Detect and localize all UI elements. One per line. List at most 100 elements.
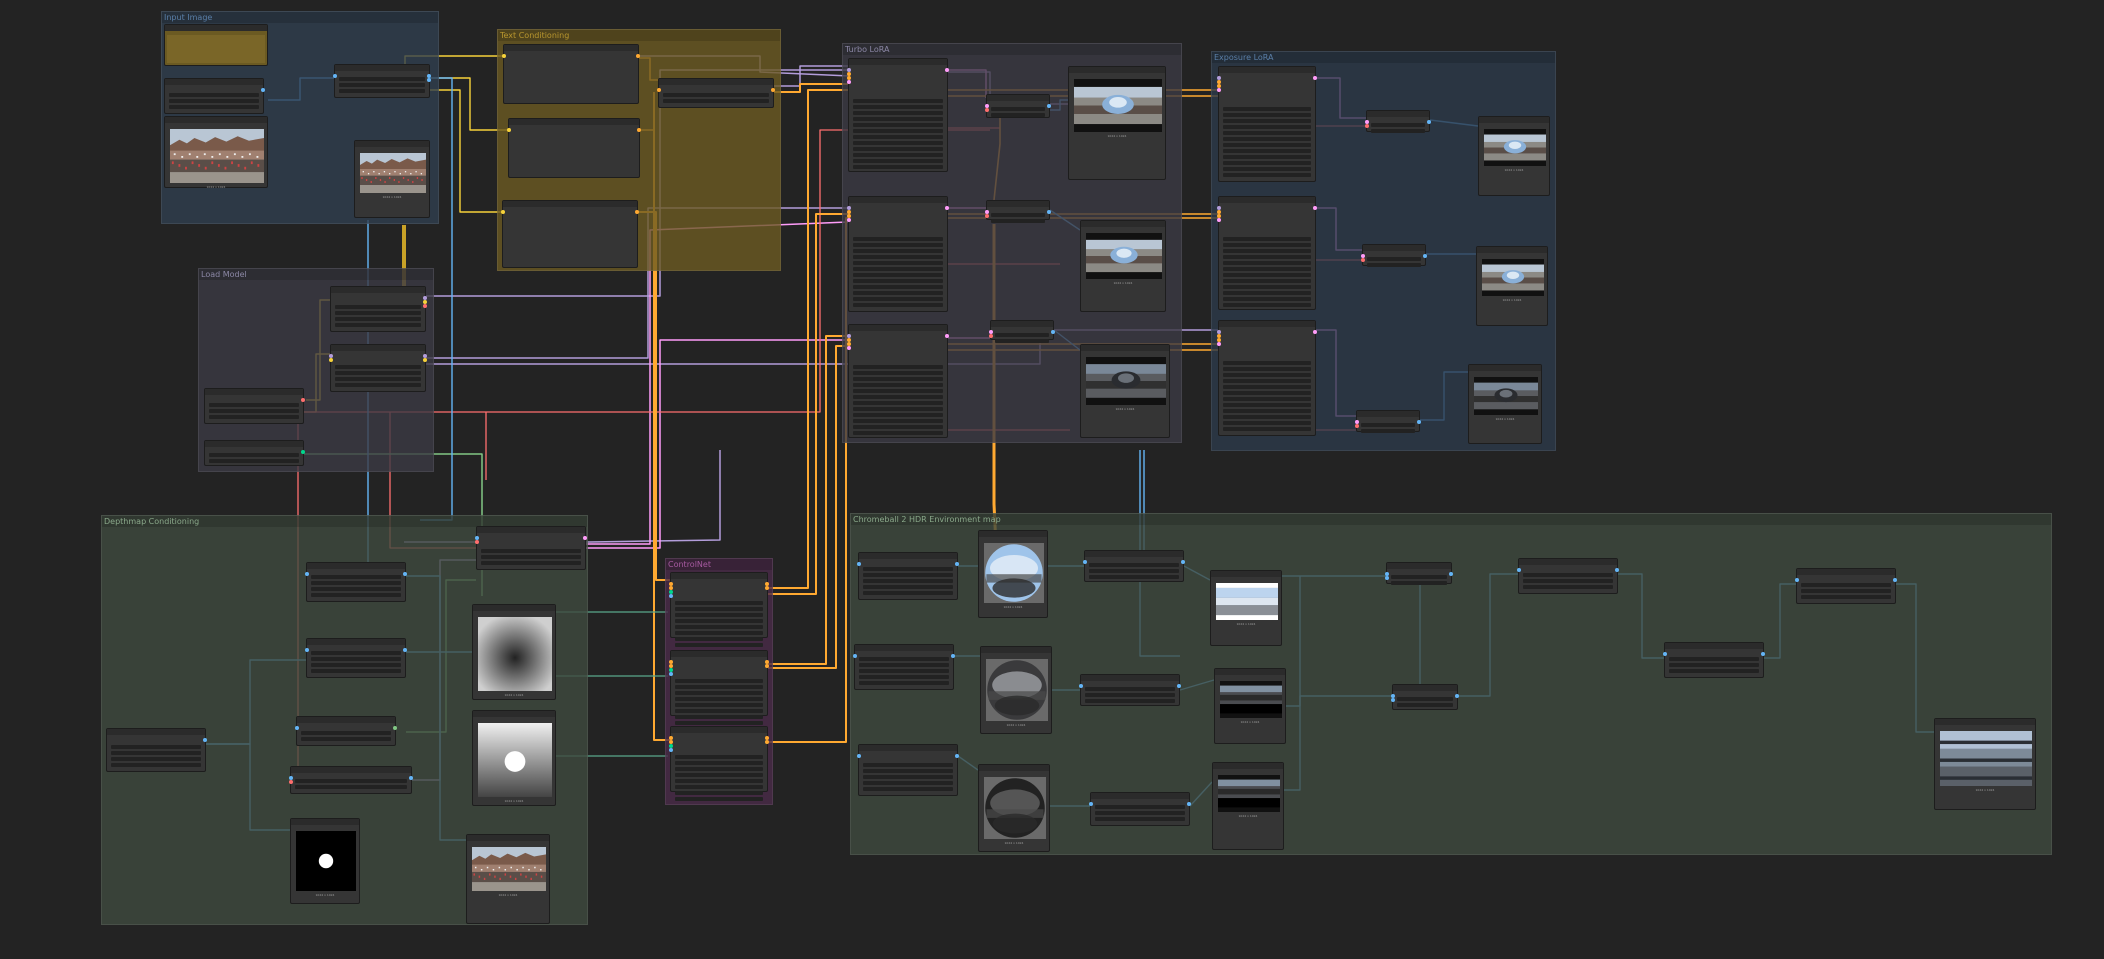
node-widget[interactable] <box>1223 243 1311 247</box>
node-widget[interactable] <box>301 731 391 735</box>
node-widget[interactable] <box>1223 167 1311 171</box>
link-wire[interactable] <box>768 217 850 743</box>
vae-loader-node[interactable] <box>204 388 305 424</box>
node-widget[interactable] <box>1223 113 1311 117</box>
node-widget[interactable] <box>853 303 943 307</box>
input-port[interactable] <box>501 210 505 214</box>
output-port[interactable] <box>765 586 769 590</box>
crop-chromeball-node-3[interactable] <box>857 744 959 796</box>
node-widget[interactable] <box>853 111 943 115</box>
node-title-bar[interactable] <box>1935 719 2035 725</box>
node-widget[interactable] <box>335 365 421 369</box>
node-widget[interactable] <box>991 113 1045 117</box>
output-port[interactable] <box>1615 568 1619 572</box>
input-port[interactable] <box>853 654 857 658</box>
output-port[interactable] <box>951 654 955 658</box>
node-title-bar[interactable] <box>1367 111 1429 117</box>
node-title-bar[interactable] <box>981 647 1051 653</box>
node-widget[interactable] <box>1523 573 1613 577</box>
node-widget[interactable] <box>853 383 943 387</box>
node-widget[interactable] <box>339 89 425 93</box>
node-widget[interactable] <box>1223 373 1311 377</box>
node-widget[interactable] <box>301 737 391 741</box>
node-widget[interactable] <box>295 785 407 789</box>
node-widget[interactable] <box>311 657 401 661</box>
node-widget[interactable] <box>1523 585 1613 589</box>
output-port[interactable] <box>301 450 305 454</box>
node-title-bar[interactable] <box>307 563 405 569</box>
node-widget[interactable] <box>853 141 943 145</box>
node-title-bar[interactable] <box>849 59 947 65</box>
node-widget[interactable] <box>663 93 769 97</box>
node-widget[interactable] <box>311 575 401 579</box>
node-title-bar[interactable] <box>1219 321 1315 327</box>
link-wire[interactable] <box>774 83 850 93</box>
node-widget[interactable] <box>295 779 407 783</box>
node-title-bar[interactable] <box>331 345 425 351</box>
link-wire[interactable] <box>768 213 850 595</box>
crop-chromeball-node-2[interactable] <box>853 644 955 690</box>
link-wire[interactable] <box>768 335 850 665</box>
input-port[interactable] <box>1217 218 1221 222</box>
node-widget[interactable] <box>675 785 763 789</box>
node-widget[interactable] <box>111 763 201 767</box>
node-title-bar[interactable] <box>165 25 267 31</box>
clip-text-encode-negative[interactable] <box>501 200 639 268</box>
node-title-bar[interactable] <box>503 201 637 207</box>
node-title-bar[interactable] <box>1479 117 1549 123</box>
image-batch-node-1[interactable] <box>1385 562 1453 585</box>
output-port[interactable] <box>765 664 769 668</box>
node-widget[interactable] <box>675 643 763 647</box>
node-widget[interactable] <box>209 415 299 419</box>
output-port[interactable] <box>427 78 431 82</box>
input-port[interactable] <box>1217 88 1221 92</box>
node-widget[interactable] <box>1085 687 1175 691</box>
output-port[interactable] <box>1423 254 1427 258</box>
load-image-node[interactable] <box>164 24 268 66</box>
output-port[interactable] <box>637 128 641 132</box>
node-title-bar[interactable] <box>1219 67 1315 73</box>
node-widget[interactable] <box>169 105 259 109</box>
node-title-bar[interactable] <box>504 45 638 51</box>
node-widget[interactable] <box>1523 579 1613 583</box>
node-widget[interactable] <box>311 663 401 667</box>
node-widget[interactable] <box>853 407 943 411</box>
node-title-bar[interactable] <box>859 553 957 559</box>
node-widget[interactable] <box>335 305 421 309</box>
depth-anything-node[interactable] <box>305 562 407 602</box>
output-port[interactable] <box>1177 684 1181 688</box>
output-port[interactable] <box>403 572 407 576</box>
depth-source-preview[interactable]: 1024 x 1024 <box>466 834 550 924</box>
node-title-bar[interactable] <box>671 651 767 657</box>
node-widget[interactable] <box>481 549 581 553</box>
node-title-bar[interactable] <box>467 835 549 841</box>
controlnet-apply-node-3[interactable] <box>669 726 769 801</box>
output-port[interactable] <box>423 304 427 308</box>
node-widget[interactable] <box>1089 563 1179 567</box>
node-widget[interactable] <box>853 147 943 151</box>
node-title-bar[interactable] <box>1219 197 1315 203</box>
node-title-bar[interactable] <box>855 645 953 651</box>
node-widget[interactable] <box>859 663 949 667</box>
node-widget[interactable] <box>995 333 1049 337</box>
node-widget[interactable] <box>853 165 943 169</box>
input-port[interactable] <box>507 128 511 132</box>
input-port[interactable] <box>289 780 293 784</box>
node-widget[interactable] <box>863 573 953 577</box>
input-port[interactable] <box>847 218 851 222</box>
input-port[interactable] <box>1663 652 1667 656</box>
output-port[interactable] <box>1313 206 1317 210</box>
input-port[interactable] <box>857 754 861 758</box>
node-title-bar[interactable] <box>987 201 1049 207</box>
node-title-bar[interactable] <box>671 727 767 733</box>
node-title-bar[interactable] <box>291 767 411 773</box>
exposure-preview-1[interactable]: 1024 x 1024 <box>1478 116 1550 196</box>
chromeball-preview-3[interactable]: 1024 x 1024 <box>978 764 1050 852</box>
output-port[interactable] <box>1427 120 1431 124</box>
node-title-bar[interactable] <box>355 141 429 147</box>
node-title-bar[interactable] <box>1477 247 1547 253</box>
equirect-preview-1[interactable]: 1024 x 1024 <box>1210 570 1282 646</box>
output-port[interactable] <box>393 726 397 730</box>
input-port[interactable] <box>857 562 861 566</box>
node-widget[interactable] <box>1095 817 1185 821</box>
